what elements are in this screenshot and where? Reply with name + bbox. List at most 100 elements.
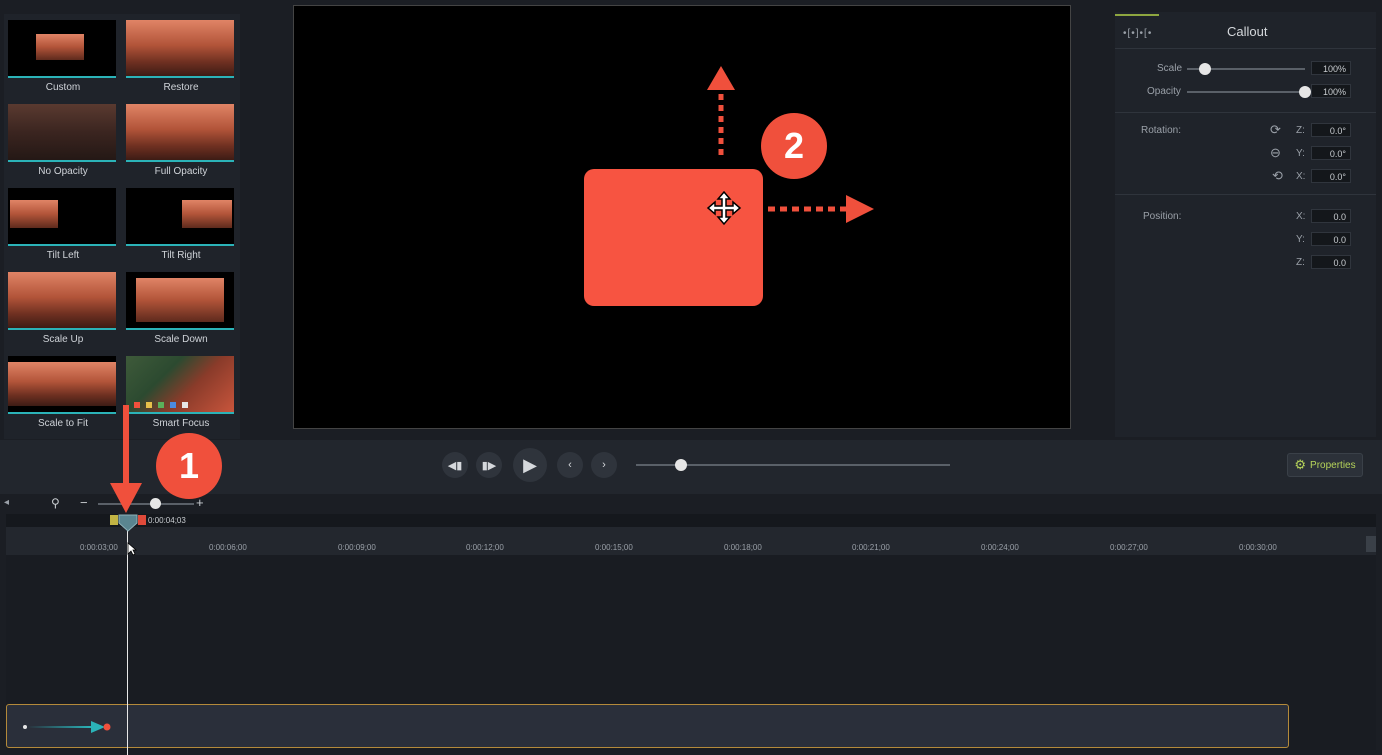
focus-dots bbox=[134, 402, 188, 408]
scale-label: Scale bbox=[1157, 63, 1183, 74]
ruler-tick-label: 0:00:15;00 bbox=[595, 543, 633, 552]
callout-clip[interactable] bbox=[6, 704, 1289, 748]
animation-thumb-tilt-left[interactable]: Tilt Left bbox=[8, 188, 118, 261]
ruler-tick-label: 0:00:24;00 bbox=[981, 543, 1019, 552]
rotation-label: Rotation: bbox=[1141, 125, 1182, 136]
thumbnail bbox=[8, 272, 116, 330]
active-tab-indicator bbox=[1115, 14, 1159, 16]
opacity-slider-track[interactable] bbox=[1187, 91, 1305, 93]
position-z-field[interactable]: 0.0 bbox=[1311, 255, 1351, 269]
arrow-down-icon bbox=[110, 405, 142, 513]
rotate-y-icon: ⊖ bbox=[1270, 145, 1281, 160]
ruler-tick-label: 0:00:27;00 bbox=[1110, 543, 1148, 552]
ruler-tick-label: 0:00:06;00 bbox=[209, 543, 247, 552]
ruler-tick-label: 0:00:30;00 bbox=[1239, 543, 1277, 552]
properties-panel: •[•]•[• Callout Scale 100% Opacity 100% … bbox=[1115, 12, 1376, 437]
animation-thumb-restore[interactable]: Restore bbox=[126, 20, 236, 93]
opacity-label: Opacity bbox=[1147, 86, 1181, 97]
thumbnail bbox=[8, 356, 116, 414]
playhead-line[interactable] bbox=[127, 530, 128, 755]
rotation-y-label: Y: bbox=[1296, 148, 1305, 159]
step-forward-icon[interactable]: ▮▶ bbox=[476, 452, 502, 478]
arrow-up-icon bbox=[707, 66, 735, 156]
thumb-label: Scale Down bbox=[154, 334, 208, 345]
ruler-tick-label: 0:00:09;00 bbox=[338, 543, 376, 552]
thumb-label: No Opacity bbox=[38, 166, 88, 177]
position-y-label: Y: bbox=[1296, 234, 1305, 245]
thumbnail bbox=[126, 104, 234, 162]
rotation-x-label: X: bbox=[1296, 171, 1306, 182]
opacity-slider-knob[interactable] bbox=[1299, 86, 1311, 98]
animation-thumb-smart-focus[interactable]: Smart Focus bbox=[126, 356, 236, 429]
position-label: Position: bbox=[1143, 211, 1182, 222]
thumb-label: Tilt Left bbox=[46, 250, 80, 261]
rotation-z-field[interactable]: 0.0° bbox=[1311, 123, 1351, 137]
thumb-label: Restore bbox=[163, 82, 199, 93]
playhead-time: 0:00:04;03 bbox=[148, 516, 186, 525]
step-2-badge: 2 bbox=[761, 113, 827, 179]
thumb-label: Tilt Right bbox=[161, 250, 201, 261]
thumb-label: Full Opacity bbox=[154, 166, 208, 177]
thumbnail bbox=[8, 104, 116, 162]
animation-arrow-icon bbox=[23, 721, 111, 733]
timeline-header-strip bbox=[6, 514, 1376, 527]
ruler-scroll-handle[interactable] bbox=[1366, 536, 1376, 552]
thumb-label: Custom bbox=[45, 82, 81, 93]
properties-button-label: Properties bbox=[1310, 459, 1356, 471]
opacity-value-field[interactable]: 100% bbox=[1311, 84, 1351, 98]
thumb-label: Scale Up bbox=[42, 334, 84, 345]
previous-marker-icon[interactable]: ‹ bbox=[557, 452, 583, 478]
position-z-label: Z: bbox=[1296, 257, 1305, 268]
animation-thumb-scale-up[interactable]: Scale Up bbox=[8, 272, 118, 345]
animation-thumb-scale-to-fit[interactable]: Scale to Fit bbox=[8, 356, 118, 429]
thumbnail bbox=[126, 188, 234, 246]
thumbnail bbox=[126, 20, 234, 78]
animation-thumb-tilt-right[interactable]: Tilt Right bbox=[126, 188, 236, 261]
rotation-z-label: Z: bbox=[1296, 125, 1305, 136]
collapse-icon[interactable]: ◂ bbox=[4, 497, 9, 508]
ruler-tick-label: 0:00:18;00 bbox=[724, 543, 762, 552]
gear-icon: ⚙ bbox=[1294, 457, 1307, 472]
move-cursor-icon bbox=[706, 190, 742, 226]
rotation-x-field[interactable]: 0.0° bbox=[1311, 169, 1351, 183]
thumbnail bbox=[8, 20, 116, 78]
rotate-x-icon: ⟲ bbox=[1272, 168, 1283, 183]
animation-thumb-no-opacity[interactable]: No Opacity bbox=[8, 104, 118, 177]
ruler-tick-label: 0:00:21;00 bbox=[852, 543, 890, 552]
thumb-label: Scale to Fit bbox=[37, 418, 89, 429]
ruler-tick-label: 0:00:03;00 bbox=[80, 543, 118, 552]
scale-slider-knob[interactable] bbox=[1198, 63, 1211, 75]
animation-thumb-scale-down[interactable]: Scale Down bbox=[126, 272, 236, 345]
position-x-field[interactable]: 0.0 bbox=[1311, 209, 1351, 223]
zoom-icon[interactable]: ⚲ bbox=[51, 496, 60, 510]
mouse-pointer-icon bbox=[127, 542, 137, 556]
callout-tab-icon[interactable]: •[•]•[• bbox=[1123, 28, 1152, 39]
animation-thumb-custom[interactable]: Custom bbox=[8, 20, 118, 93]
ruler-tick-label: 0:00:12;00 bbox=[466, 543, 504, 552]
step-1-badge: 1 bbox=[156, 433, 222, 499]
scale-value-field[interactable]: 100% bbox=[1311, 61, 1351, 75]
zoom-out-icon[interactable]: − bbox=[80, 495, 88, 510]
arrow-right-icon bbox=[768, 195, 874, 223]
step-back-icon[interactable]: ◀▮ bbox=[442, 452, 468, 478]
animations-panel: Custom Restore No Opacity Full Opacity T… bbox=[4, 14, 240, 439]
rotation-y-field[interactable]: 0.0° bbox=[1311, 146, 1351, 160]
playback-scrubber-knob[interactable] bbox=[675, 459, 687, 471]
properties-button[interactable]: ⚙ Properties bbox=[1287, 453, 1363, 477]
thumb-label: Smart Focus bbox=[152, 418, 210, 429]
rotate-z-icon: ⟳ bbox=[1270, 122, 1281, 137]
divider bbox=[1115, 194, 1376, 195]
properties-tab-bar: •[•]•[• Callout bbox=[1115, 12, 1376, 49]
divider bbox=[1115, 112, 1376, 113]
animation-thumb-full-opacity[interactable]: Full Opacity bbox=[126, 104, 236, 177]
timeline-toolbar bbox=[0, 494, 1382, 514]
position-y-field[interactable]: 0.0 bbox=[1311, 232, 1351, 246]
properties-title: Callout bbox=[1227, 24, 1268, 39]
camtasia-editor: Custom Restore No Opacity Full Opacity T… bbox=[0, 0, 1382, 755]
position-x-label: X: bbox=[1296, 211, 1306, 222]
play-icon[interactable]: ▶ bbox=[513, 448, 547, 482]
zoom-slider-knob[interactable] bbox=[150, 498, 161, 509]
thumbnail bbox=[126, 272, 234, 330]
next-marker-icon[interactable]: › bbox=[591, 452, 617, 478]
thumbnail bbox=[126, 356, 234, 414]
